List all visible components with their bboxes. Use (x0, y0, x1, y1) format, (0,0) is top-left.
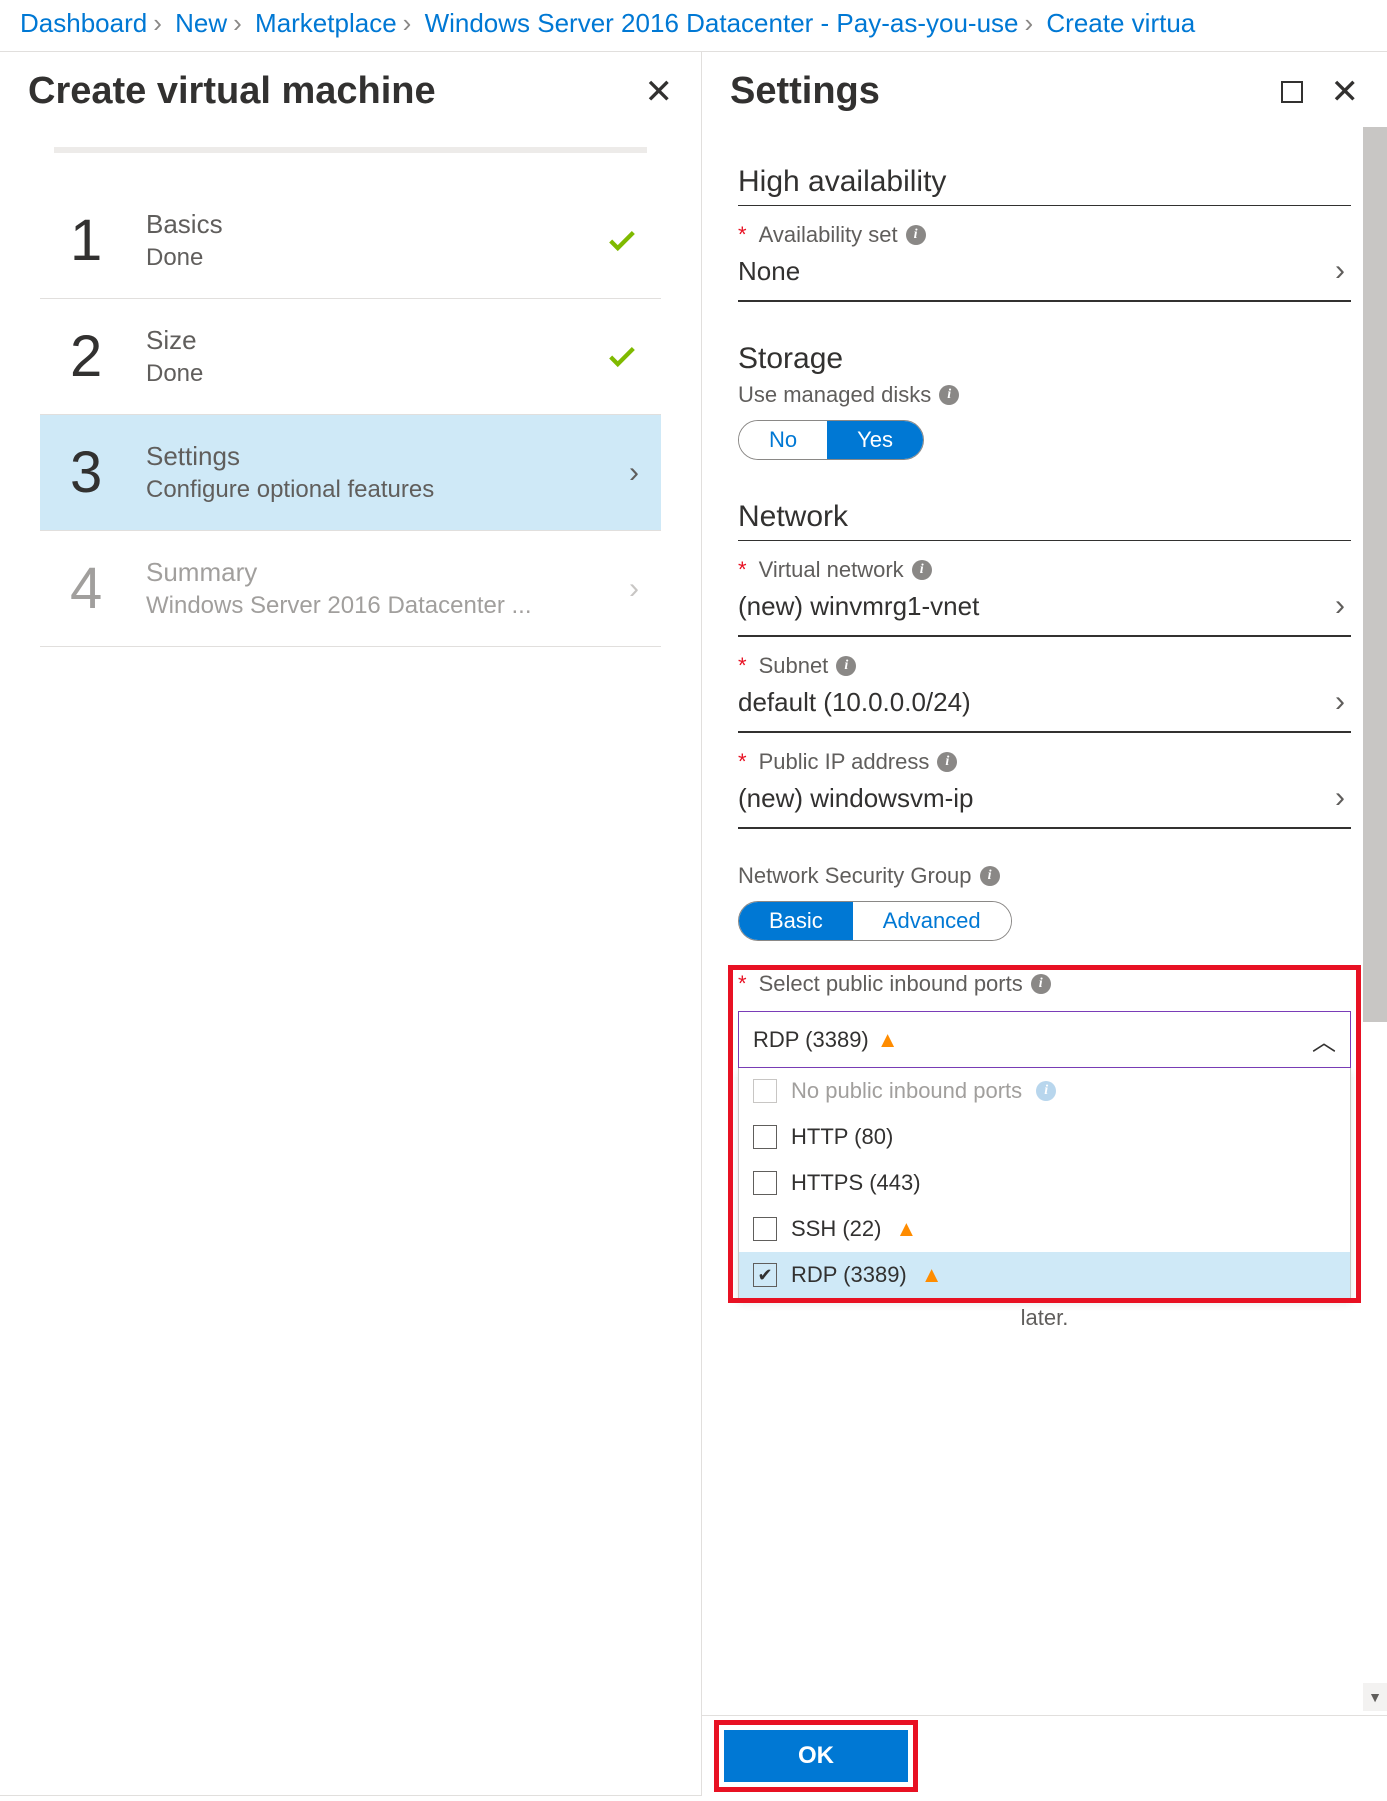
chevron-right-icon: › (1335, 589, 1345, 623)
checkbox-icon (753, 1079, 777, 1103)
info-icon: i (1036, 1081, 1056, 1101)
warning-icon: ▲ (921, 1262, 943, 1288)
chevron-right-icon: › (1335, 685, 1345, 719)
port-option-none: No public inbound ports i (739, 1068, 1350, 1114)
later-text: later. (738, 1305, 1351, 1331)
left-blade-title: Create virtual machine (28, 70, 645, 113)
wizard-step-size[interactable]: 2 Size Done (40, 299, 661, 415)
check-icon (605, 224, 639, 258)
checkbox-icon[interactable] (753, 1171, 777, 1195)
inbound-ports-dropdown[interactable]: RDP (3389) ▲ ︿ (738, 1011, 1351, 1068)
settings-body[interactable]: High availability *Availability set i No… (702, 127, 1387, 1715)
step-title: Settings (146, 441, 629, 472)
breadcrumb-item[interactable]: New (175, 8, 227, 38)
public-ip-selector[interactable]: (new) windowsvm-ip › (738, 775, 1351, 829)
vnet-value: (new) winvmrg1-vnet (738, 591, 1335, 622)
step-number: 2 (70, 323, 146, 390)
step-number: 3 (70, 439, 146, 506)
nsg-basic[interactable]: Basic (739, 902, 853, 940)
warning-icon: ▲ (877, 1027, 899, 1053)
warning-icon: ▲ (895, 1216, 917, 1242)
nsg-advanced[interactable]: Advanced (853, 902, 1011, 940)
breadcrumb: Dashboard› New› Marketplace› Windows Ser… (0, 0, 1387, 51)
breadcrumb-item[interactable]: Dashboard (20, 8, 147, 38)
managed-disks-label: Use managed disks i (738, 382, 1351, 408)
info-icon[interactable]: i (939, 385, 959, 405)
section-high-availability: High availability (738, 165, 1351, 199)
info-icon[interactable]: i (906, 225, 926, 245)
step-subtitle: Done (146, 360, 605, 388)
scrollbar-thumb[interactable] (1363, 127, 1387, 1022)
step-number: 1 (70, 207, 146, 274)
section-network: Network (738, 500, 1351, 534)
availability-set-value: None (738, 256, 1335, 287)
info-icon[interactable]: i (937, 752, 957, 772)
wizard-step-settings[interactable]: 3 Settings Configure optional features › (40, 415, 661, 531)
inbound-ports-label: *Select public inbound ports i (738, 971, 1351, 997)
availability-set-selector[interactable]: None › (738, 248, 1351, 302)
inbound-ports-list: No public inbound ports i HTTP (80) HTTP… (738, 1068, 1351, 1299)
vnet-label: *Virtual network i (738, 557, 1351, 583)
nsg-label: Network Security Group i (738, 863, 1351, 889)
progress-bar (54, 147, 647, 153)
managed-disks-yes[interactable]: Yes (827, 421, 923, 459)
step-title: Summary (146, 557, 629, 588)
chevron-right-icon: › (629, 456, 639, 490)
maximize-icon[interactable] (1281, 81, 1303, 103)
chevron-right-icon: › (1335, 254, 1345, 288)
port-option-http[interactable]: HTTP (80) (739, 1114, 1350, 1160)
step-subtitle: Configure optional features (146, 476, 629, 504)
chevron-right-icon: › (629, 572, 639, 606)
public-ip-value: (new) windowsvm-ip (738, 783, 1335, 814)
subnet-selector[interactable]: default (10.0.0.0/24) › (738, 679, 1351, 733)
scroll-down-arrow[interactable]: ▼ (1363, 1683, 1387, 1711)
chevron-up-icon: ︿ (1312, 1022, 1336, 1057)
breadcrumb-item[interactable]: Marketplace (255, 8, 397, 38)
step-title: Size (146, 325, 605, 356)
port-option-ssh[interactable]: SSH (22) ▲ (739, 1206, 1350, 1252)
check-icon (605, 340, 639, 374)
ok-button[interactable]: OK (724, 1730, 908, 1782)
wizard-step-summary: 4 Summary Windows Server 2016 Datacenter… (40, 531, 661, 647)
info-icon[interactable]: i (1031, 974, 1051, 994)
breadcrumb-item[interactable]: Windows Server 2016 Datacenter - Pay-as-… (425, 8, 1019, 38)
checkbox-icon[interactable] (753, 1125, 777, 1149)
step-number: 4 (70, 555, 146, 622)
managed-disks-toggle: No Yes (738, 420, 924, 460)
step-title: Basics (146, 209, 605, 240)
section-storage: Storage (738, 342, 1351, 376)
info-icon[interactable]: i (836, 656, 856, 676)
subnet-value: default (10.0.0.0/24) (738, 687, 1335, 718)
subnet-label: *Subnet i (738, 653, 1351, 679)
chevron-right-icon: › (1335, 781, 1345, 815)
step-subtitle: Windows Server 2016 Datacenter ... (146, 592, 629, 620)
managed-disks-no[interactable]: No (739, 421, 827, 459)
close-icon[interactable]: ✕ (1331, 75, 1360, 109)
nsg-toggle: Basic Advanced (738, 901, 1012, 941)
public-ip-label: *Public IP address i (738, 749, 1351, 775)
checkbox-icon[interactable]: ✔ (753, 1263, 777, 1287)
port-option-https[interactable]: HTTPS (443) (739, 1160, 1350, 1206)
vnet-selector[interactable]: (new) winvmrg1-vnet › (738, 583, 1351, 637)
right-blade-title: Settings (730, 70, 1281, 113)
wizard-step-basics[interactable]: 1 Basics Done (40, 183, 661, 299)
info-icon[interactable]: i (912, 560, 932, 580)
inbound-ports-selected: RDP (3389) (753, 1027, 869, 1053)
close-icon[interactable]: ✕ (645, 75, 674, 109)
step-subtitle: Done (146, 244, 605, 272)
checkbox-icon[interactable] (753, 1217, 777, 1241)
breadcrumb-item[interactable]: Create virtua (1046, 8, 1195, 38)
info-icon[interactable]: i (980, 866, 1000, 886)
availability-set-label: *Availability set i (738, 222, 1351, 248)
port-option-rdp[interactable]: ✔ RDP (3389) ▲ (739, 1252, 1350, 1298)
